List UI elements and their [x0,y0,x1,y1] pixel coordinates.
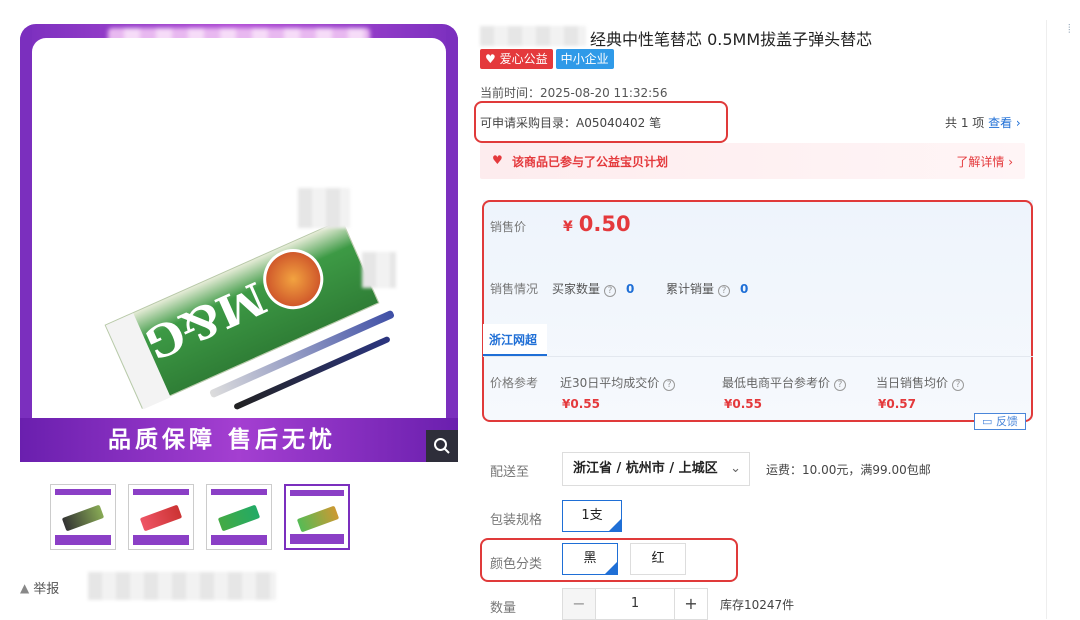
catalog-count: 共 1 项 查看 › [945,114,1021,131]
blurred-mark [362,252,396,288]
quantity-label: 数量 [490,601,517,616]
warning-icon: ▲ [20,580,30,595]
image-frame-left [20,24,32,462]
magnifier-icon[interactable] [426,430,458,462]
help-icon[interactable]: ? [952,379,965,391]
buyers-count: 买家数量? 0 [552,280,634,297]
feedback-button[interactable]: ▭ 反馈 [974,413,1026,430]
charity-more-label: 了解详情 [956,155,1005,169]
quantity-input[interactable]: 1 [595,589,675,619]
region-value: 浙江省 / 杭州市 / 上城区 [573,461,718,476]
report-label: 举报 [33,582,60,597]
box-logo: M&G [137,271,274,369]
blurred-brand [480,26,586,46]
catalog-view-label: 查看 [988,116,1013,130]
sidebar-icon[interactable]: ⦙ [1068,22,1080,38]
thumbnail[interactable] [206,484,272,550]
sales-label: 销售情况 [490,282,539,296]
shipping-fee: 运费：10.00元，满99.00包邮 [766,463,931,477]
region-select[interactable]: 浙江省 / 杭州市 / 上城区 ⌄ [562,452,750,486]
delivery-label: 配送至 [490,465,530,480]
blurred-mark [298,188,350,228]
ref-30day-label: 近30日平均成交价? [560,374,679,391]
thumbnail[interactable] [284,484,350,550]
ref-lowest-label: 最低电商平台参考价? [722,374,850,391]
chevron-down-icon: ⌄ [730,461,741,476]
price-ref-label: 价格参考 [490,376,539,390]
ref-label-text: 近30日平均成交价 [560,376,660,390]
option-color-black[interactable]: 黑 [562,543,618,575]
catalog-count-text: 共 1 项 [945,116,985,130]
charity-text: 该商品已参与了公益宝贝计划 [512,155,669,169]
thumbnail[interactable] [128,484,194,550]
ref-today-label: 当日销售均价? [876,374,968,391]
product-tags: ♥ 爱心公益 中小企业 [480,49,614,69]
tab-region[interactable]: 浙江网超 [483,324,547,356]
buyers-label: 买家数量 [552,282,601,296]
ref-label-text: 当日销售均价 [876,376,949,390]
help-icon[interactable]: ? [663,379,676,391]
total-sold: 累计销量? 0 [666,280,748,297]
divider [483,356,1033,357]
sale-price: ¥0.50 [563,212,631,236]
help-icon[interactable]: ? [834,379,847,391]
product-photo: M&G [32,38,446,418]
currency-symbol: ¥ [563,219,573,235]
feedback-label: 反馈 [995,415,1018,428]
option-packaging-1[interactable]: 1支 [562,500,622,532]
ref-today-value: ¥0.57 [878,397,916,411]
product-title: 经典中性笔替芯 0.5MM拔盖子弹头替芯 [590,30,873,49]
total-sold-value: 0 [740,282,749,296]
image-banner-text: 品质保障 售后无忧 [20,418,458,462]
ref-label-text: 最低电商平台参考价 [722,376,831,390]
price-label: 销售价 [490,220,527,234]
ref-lowest-value: ¥0.55 [724,397,762,411]
charity-more-link[interactable]: 了解详情 › [956,153,1013,170]
price-value: 0.50 [578,212,631,236]
packaging-label: 包装规格 [490,513,543,528]
tag-sme: 中小企业 [555,49,614,69]
ref-30day-value: ¥0.55 [562,397,600,411]
stock-count: 库存10247件 [720,598,795,612]
catalog-view-link[interactable]: 查看 › [988,116,1021,130]
option-color-red[interactable]: 红 [630,543,686,575]
charity-banner: ♥ 该商品已参与了公益宝贝计划 了解详情 › [480,143,1025,179]
right-divider [1046,20,1047,619]
tag-charity: ♥ 爱心公益 [480,49,553,69]
help-icon[interactable]: ? [718,285,731,297]
thumbnail[interactable] [50,484,116,550]
help-icon[interactable]: ? [604,285,617,297]
heart-icon: ♥ [492,153,503,167]
total-sold-label: 累计销量 [666,282,715,296]
thumbnail-strip [50,484,350,550]
blurred-text [88,572,276,600]
tag-label: 爱心公益 [499,52,548,66]
quantity-stepper: − 1 + [562,588,708,620]
product-main-image[interactable]: M&G 品质保障 售后无忧 [20,24,458,462]
quantity-minus-button[interactable]: − [563,589,595,619]
color-label: 颜色分类 [490,557,543,572]
image-frame-right [446,24,458,462]
quantity-plus-button[interactable]: + [675,589,707,619]
current-time: 当前时间：2025-08-20 11:32:56 [480,86,668,100]
report-link[interactable]: ▲ 举报 [20,578,60,598]
buyers-value: 0 [626,282,635,296]
highlight-catalog [474,101,728,143]
